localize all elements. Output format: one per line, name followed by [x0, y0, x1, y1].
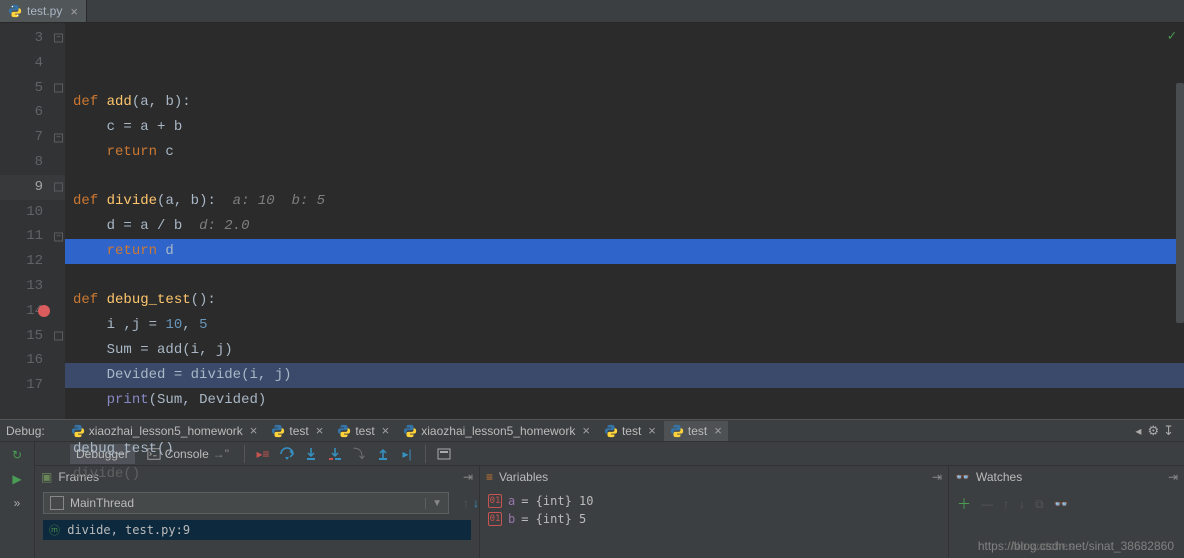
fold-icon[interactable] — [54, 83, 63, 92]
code-view[interactable]: ✓ def add(a, b): c = a + b return c def d… — [65, 23, 1184, 419]
watch-up-icon[interactable]: ↑ — [1003, 497, 1009, 511]
line-number[interactable]: 8 — [0, 150, 65, 175]
next-frame-icon[interactable]: ↓ — [473, 496, 479, 510]
debug-label: Debug: — [6, 424, 45, 438]
frames-stack-icon: ▣ — [41, 470, 52, 484]
code-line[interactable]: def divide(a, b): a: 10 b: 5 — [65, 189, 1184, 214]
breakpoint-icon[interactable] — [38, 305, 50, 317]
editor-tabbar: test.py × — [0, 0, 1184, 23]
code-line[interactable]: c = a + b — [65, 115, 1184, 140]
frame-row[interactable]: ⓜ divide, test.py:9 — [43, 520, 471, 540]
line-number[interactable]: 10 — [0, 200, 65, 225]
code-line[interactable]: i ,j = 10, 5 — [65, 313, 1184, 338]
inspection-ok-icon: ✓ — [1168, 28, 1176, 45]
editor-area: 3−4567−891011−121314151617 ✓ def add(a, … — [0, 23, 1184, 419]
code-line[interactable] — [65, 412, 1184, 437]
fold-icon[interactable] — [54, 183, 63, 192]
code-line[interactable]: d = a / b d: 2.0 — [65, 214, 1184, 239]
chevron-down-icon: ▼ — [425, 498, 442, 509]
line-number[interactable]: 17 — [0, 373, 65, 398]
line-number[interactable]: 6 — [0, 100, 65, 125]
editor-tab-label: test.py — [27, 4, 62, 18]
line-number[interactable]: 15 — [0, 324, 65, 349]
line-number[interactable]: 11− — [0, 224, 65, 249]
variable-row[interactable]: 01a= {int} 10 — [488, 492, 940, 510]
line-number[interactable]: 16 — [0, 348, 65, 373]
code-line[interactable]: Sum = add(i, j) — [65, 338, 1184, 363]
line-number[interactable]: 13 — [0, 274, 65, 299]
code-line[interactable]: def add(a, b): — [65, 90, 1184, 115]
prev-frame-icon[interactable]: ↑ — [463, 496, 469, 510]
code-line[interactable]: Devided = divide(i, j) — [65, 363, 1184, 388]
code-line[interactable]: def debug_test(): — [65, 288, 1184, 313]
code-line[interactable] — [65, 264, 1184, 289]
fold-icon[interactable]: − — [54, 133, 63, 142]
line-number[interactable]: 9 — [0, 175, 65, 200]
watermark: https://blog.csdn.net/sinat_38682860 — [978, 539, 1174, 553]
code-line[interactable] — [65, 164, 1184, 189]
code-line[interactable]: print(Sum, Devided) — [65, 388, 1184, 413]
debug-side-toolbar: ↻ ▶ » — [0, 442, 35, 558]
resume-icon[interactable]: ▶ — [8, 470, 26, 488]
code-line[interactable]: return d — [65, 239, 1184, 264]
fold-icon[interactable]: − — [54, 34, 63, 43]
gutter[interactable]: 3−4567−891011−121314151617 — [0, 23, 65, 419]
rerun-icon[interactable]: ↻ — [8, 446, 26, 464]
copy-watch-icon[interactable]: ⧉ — [1035, 497, 1044, 512]
line-number[interactable]: 5 — [0, 76, 65, 101]
line-number[interactable]: 14 — [0, 299, 65, 324]
fold-icon[interactable]: − — [54, 232, 63, 241]
scrollbar-thumb[interactable] — [1176, 83, 1184, 323]
add-watch-icon[interactable]: ＋ — [957, 494, 971, 514]
editor-tab[interactable]: test.py × — [0, 0, 87, 22]
python-icon — [8, 4, 22, 18]
thread-select[interactable]: MainThread ▼ — [43, 492, 449, 514]
more-icon[interactable]: » — [8, 494, 26, 512]
show-watches-icon[interactable]: 👓 — [1054, 497, 1069, 511]
variable-row[interactable]: 01b= {int} 5 — [488, 510, 940, 528]
watch-down-icon[interactable]: ↓ — [1019, 497, 1025, 511]
code-line[interactable]: return c — [65, 140, 1184, 165]
line-number[interactable]: 3− — [0, 26, 65, 51]
remove-watch-icon[interactable]: — — [981, 497, 993, 511]
fold-icon[interactable] — [54, 331, 63, 340]
line-number[interactable]: 12 — [0, 249, 65, 274]
completion-hint: divide() — [65, 462, 1184, 487]
close-icon[interactable]: × — [70, 4, 78, 19]
code-line[interactable]: debug_test() — [65, 437, 1184, 462]
line-number[interactable]: 7− — [0, 125, 65, 150]
line-number[interactable]: 4 — [0, 51, 65, 76]
